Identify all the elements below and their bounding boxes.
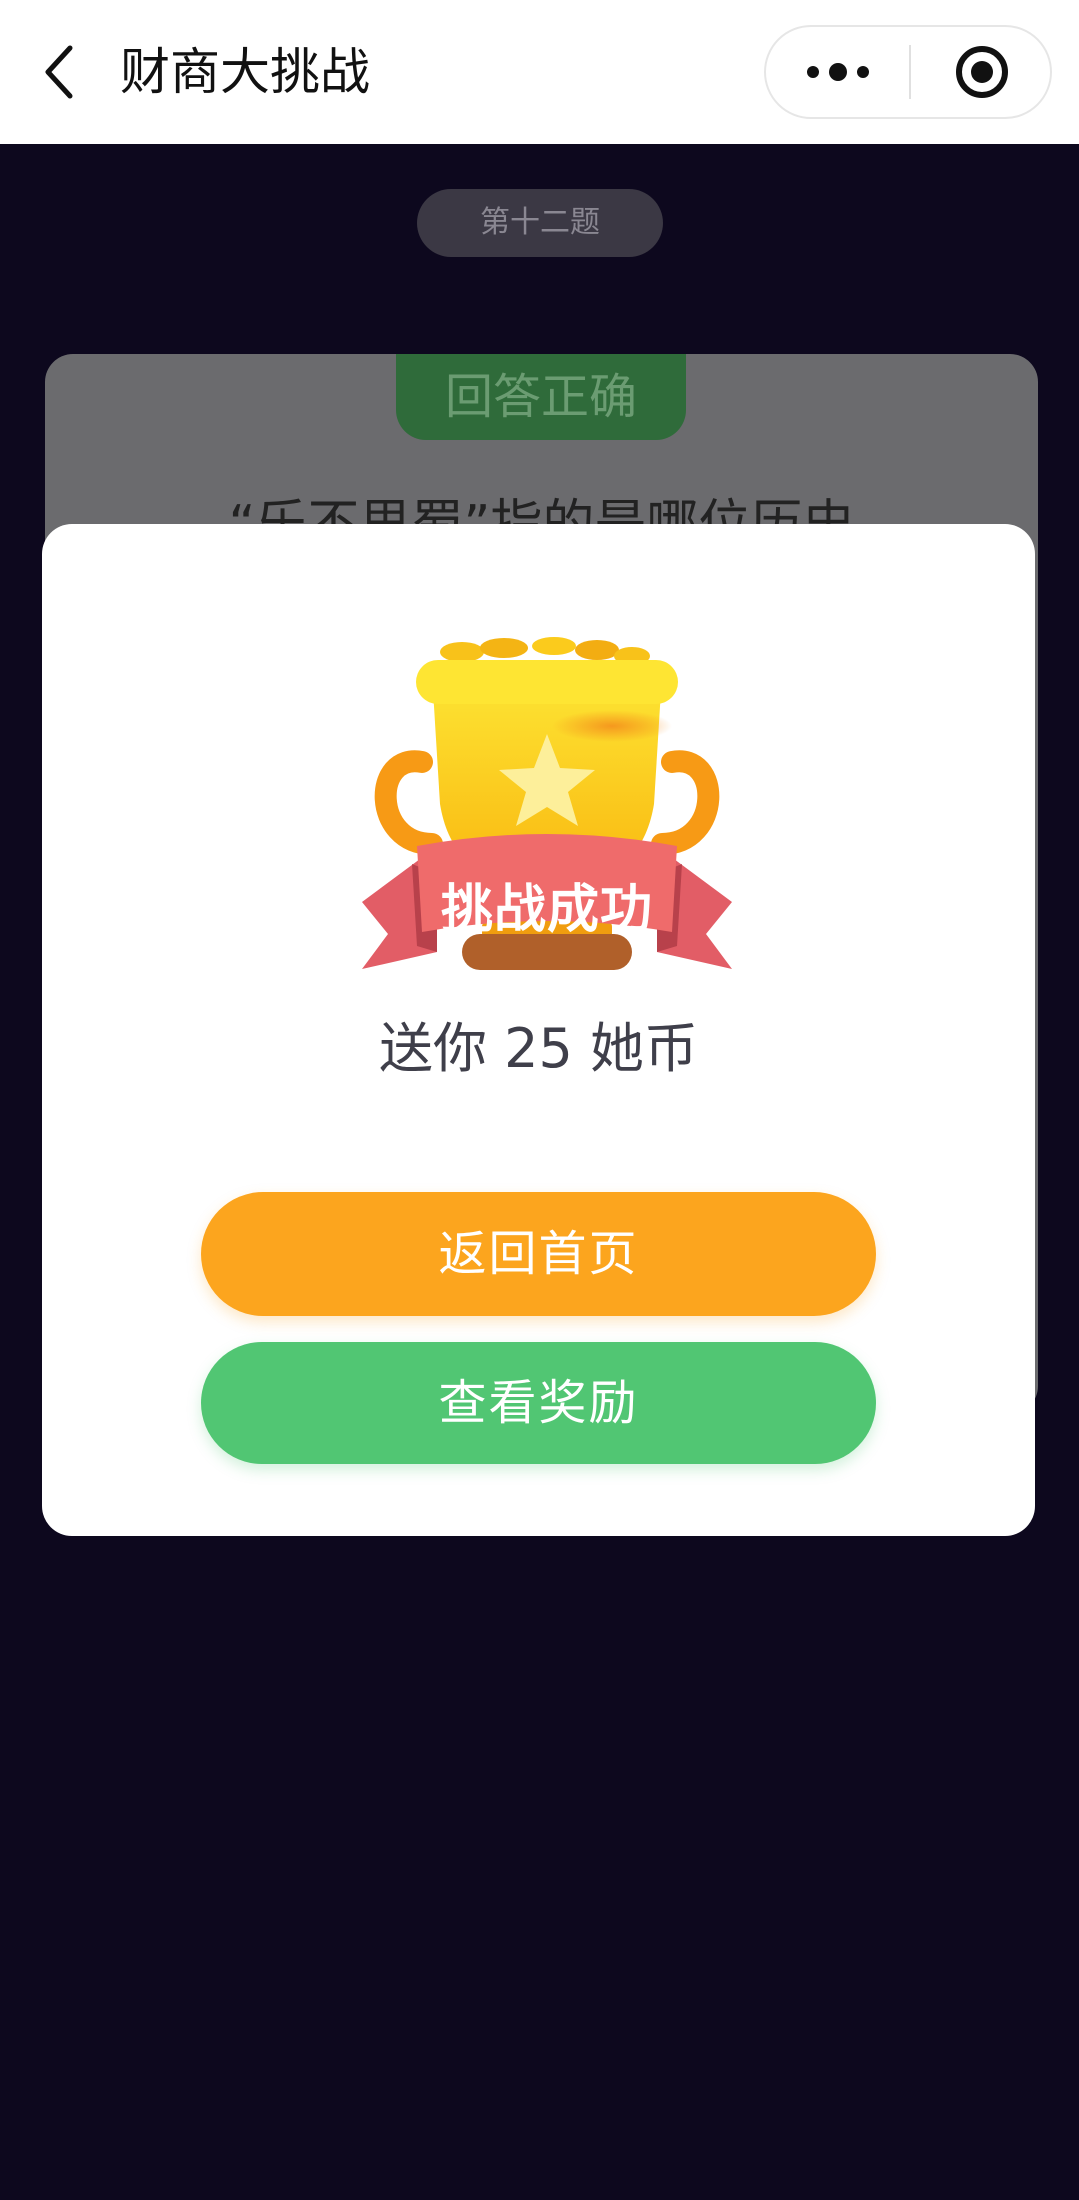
trophy-icon <box>362 637 732 970</box>
navbar: 财商大挑战 <box>0 0 1079 144</box>
mini-program-capsule <box>764 25 1052 119</box>
more-button[interactable] <box>766 27 909 117</box>
close-button[interactable] <box>911 27 1052 117</box>
more-dots-icon <box>806 63 869 81</box>
question-number-badge: 第十二题 <box>417 189 663 257</box>
return-home-button[interactable]: 返回首页 <box>201 1192 876 1316</box>
answer-status-tag: 回答正确 <box>396 354 686 440</box>
view-reward-button[interactable]: 查看奖励 <box>201 1342 876 1464</box>
reward-text: 送你 25 她币 <box>378 1017 699 1080</box>
back-button[interactable] <box>30 36 90 108</box>
challenge-success-label: 挑战成功 <box>440 880 653 940</box>
target-circle-icon <box>955 46 1008 98</box>
page-title: 财商大挑战 <box>120 43 370 101</box>
success-modal: 挑战成功 送你 25 她币 返回首页 查看奖励 <box>42 524 1035 1536</box>
chevron-left-icon <box>45 45 73 99</box>
